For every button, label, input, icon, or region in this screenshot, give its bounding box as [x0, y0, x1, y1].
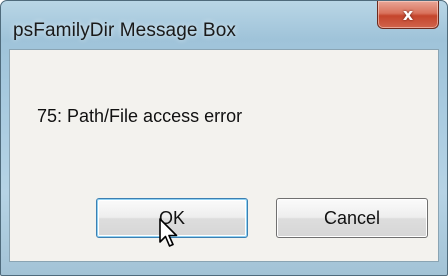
arrow-pointer-icon — [159, 218, 178, 247]
cancel-button[interactable]: Cancel — [276, 198, 428, 238]
title-bar[interactable]: psFamilyDir Message Box x — [1, 1, 447, 49]
dialog-window: psFamilyDir Message Box x 75: Path/File … — [0, 0, 448, 276]
window-title: psFamilyDir Message Box — [13, 20, 236, 41]
close-button[interactable]: x — [377, 1, 439, 29]
close-icon: x — [402, 5, 414, 24]
window-bottom-border — [1, 262, 447, 275]
dialog-client-area: 75: Path/File access error OK Cancel — [9, 49, 439, 262]
error-message: 75: Path/File access error — [37, 106, 243, 126]
